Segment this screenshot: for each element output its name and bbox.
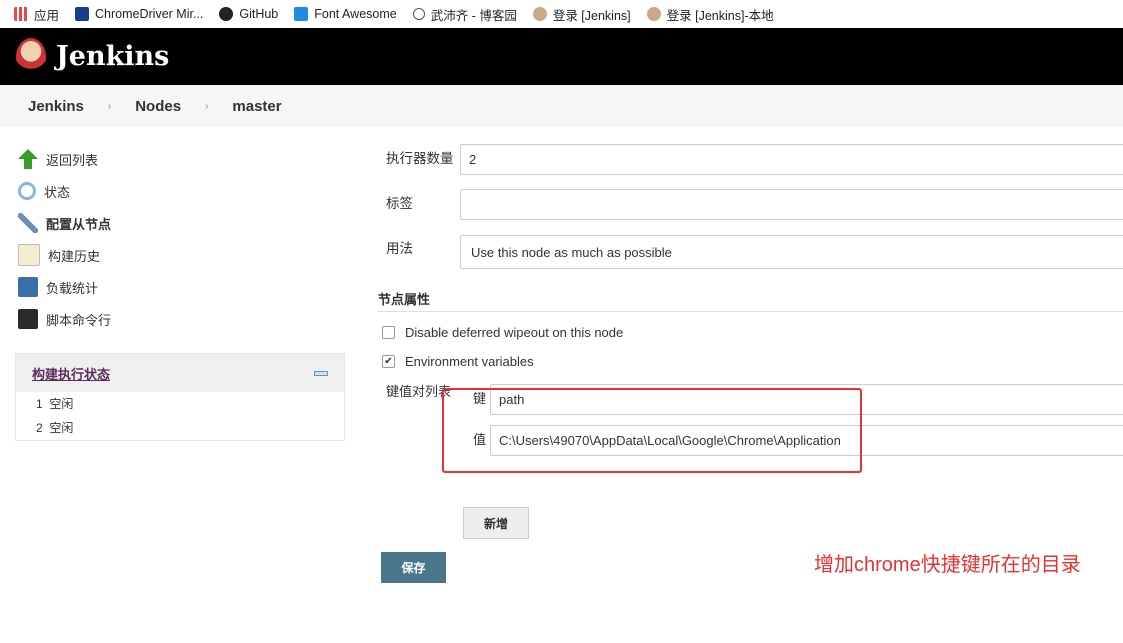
- labels-label: 标签: [386, 196, 413, 211]
- usage-label: 用法: [386, 241, 413, 256]
- header-title[interactable]: Jenkins: [56, 41, 169, 72]
- sidebar-item-script-console[interactable]: 脚本命令行: [18, 303, 111, 335]
- labels-input[interactable]: [460, 189, 1123, 220]
- sidebar-item-configure[interactable]: 配置从节点: [18, 207, 111, 239]
- monitor-icon: [18, 277, 38, 297]
- bookmark-jenkins[interactable]: 登录 [Jenkins]: [532, 5, 631, 24]
- env-vars-checkbox[interactable]: ✔ Environment variables: [382, 354, 534, 369]
- executor-status-panel: 构建执行状态 1 空闲 2 空闲: [15, 353, 345, 441]
- checkbox-checked-icon[interactable]: ✔: [382, 355, 395, 368]
- bookmark-apps[interactable]: 应用: [14, 5, 59, 24]
- annotation-text: 增加chrome快捷键所在的目录: [814, 554, 1081, 576]
- sidebar-item-status[interactable]: 状态: [18, 175, 111, 207]
- chevron-right-icon: ›: [205, 100, 209, 112]
- n-logo-icon: [75, 7, 90, 21]
- header: Jenkins: [0, 28, 1123, 85]
- highlight-box: [442, 388, 862, 473]
- bookmark-fontawesome[interactable]: Font Awesome: [294, 7, 397, 21]
- breadcrumb-master[interactable]: master: [232, 98, 281, 115]
- bookmark-github[interactable]: GitHub: [219, 7, 278, 21]
- github-icon: [219, 7, 234, 21]
- breadcrumb: Jenkins › Nodes › master: [0, 85, 1123, 127]
- jenkins-icon: [532, 7, 547, 21]
- executors-input[interactable]: 2: [460, 144, 1123, 175]
- bookmark-chromedriver[interactable]: ChromeDriver Mir...: [75, 7, 203, 21]
- bookmark-jenkins-local[interactable]: 登录 [Jenkins]-本地: [646, 5, 774, 24]
- jenkins-logo[interactable]: [16, 37, 46, 76]
- bookmark-blog[interactable]: 武沛齐 - 博客园: [412, 5, 517, 24]
- blog-icon: [412, 8, 425, 20]
- disable-wipeout-checkbox[interactable]: Disable deferred wipeout on this node: [382, 325, 623, 340]
- node-properties-heading: 节点属性: [378, 289, 1123, 312]
- bookmarks-bar: 应用 ChromeDriver Mir... GitHub Font Aweso…: [0, 0, 1123, 28]
- sidebar-item-build-history[interactable]: 构建历史: [18, 239, 111, 271]
- executor-row: 1 空闲: [36, 397, 74, 411]
- tools-icon: [18, 213, 38, 233]
- apps-grid-icon: [14, 7, 28, 21]
- chevron-right-icon: ›: [107, 100, 112, 112]
- sidebar-item-back[interactable]: 返回列表: [18, 143, 111, 175]
- sidebar-item-load-stats[interactable]: 负载统计: [18, 271, 111, 303]
- sidebar: 返回列表 状态 配置从节点 构建历史 负载统计 脚本命令行: [18, 143, 111, 335]
- add-button[interactable]: 新增: [463, 507, 529, 539]
- save-button[interactable]: 保存: [381, 552, 446, 583]
- usage-select[interactable]: Use this node as much as possible: [460, 235, 1123, 269]
- minimize-icon[interactable]: [314, 370, 328, 376]
- breadcrumb-jenkins[interactable]: Jenkins: [28, 98, 84, 115]
- checkbox-unchecked-icon[interactable]: [382, 326, 395, 339]
- search-icon: [18, 182, 36, 200]
- notepad-icon: [18, 244, 40, 266]
- executors-label: 执行器数量: [386, 151, 454, 166]
- terminal-icon: [18, 309, 38, 329]
- flag-icon: [294, 7, 309, 21]
- jenkins-icon: [646, 7, 661, 21]
- executor-row: 2 空闲: [36, 421, 74, 435]
- breadcrumb-nodes[interactable]: Nodes: [135, 98, 181, 115]
- up-arrow-icon: [18, 149, 38, 169]
- executor-status-link[interactable]: 构建执行状态: [32, 364, 110, 383]
